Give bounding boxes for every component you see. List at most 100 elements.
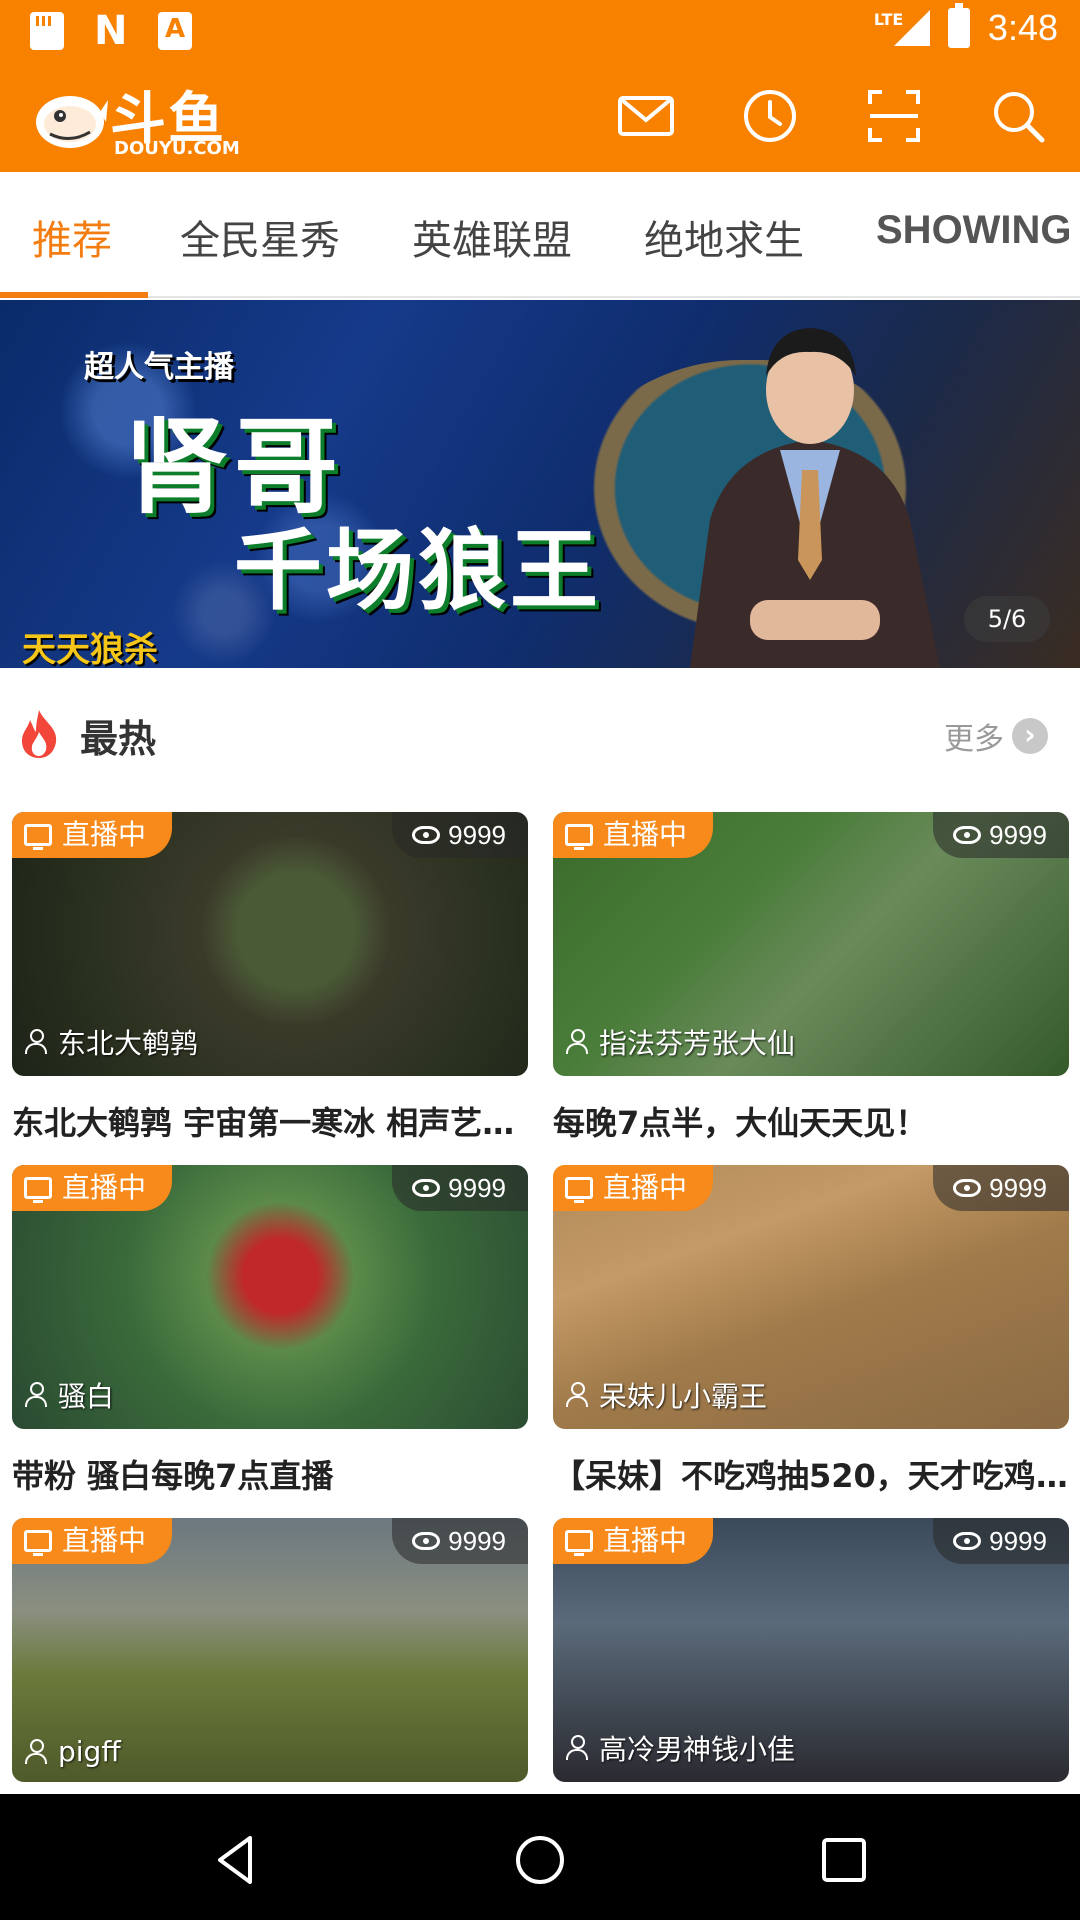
live-badge: 直播中 [12, 1518, 173, 1564]
banner-corner-logo: 天天狼杀 [22, 630, 158, 668]
stream-card[interactable]: 直播中 9999 指法芬芳张大仙 每晚7点半，大仙天天见！ [553, 812, 1069, 1144]
anchor-name: 指法芬芳张大仙 [565, 1022, 795, 1062]
stream-card[interactable]: 直播中 9999 高冷男神钱小佳 [553, 1518, 1069, 1782]
signal-icon: LTE [874, 6, 930, 50]
stream-title[interactable]: 【呆妹】不吃鸡抽520，天才吃鸡少女 [553, 1451, 1069, 1497]
stream-thumbnail[interactable]: 直播中 9999 pigff [12, 1518, 528, 1782]
fish-mascot-icon [36, 96, 108, 148]
status-right: LTE 3:48 [874, 3, 1058, 50]
view-count-value: 9999 [989, 1173, 1047, 1203]
eye-icon [412, 1532, 441, 1550]
scan-icon[interactable] [862, 84, 926, 148]
screen: N LTE 3:48 斗鱼 DOUYU.COM [0, 0, 1080, 1920]
history-clock-icon[interactable] [738, 84, 802, 148]
view-count: 9999 [392, 812, 528, 858]
view-count-value: 9999 [448, 1526, 506, 1556]
anchor-name-text: 东北大鹌鹑 [58, 1027, 199, 1060]
tab-star-show[interactable]: 全民星秀 [180, 208, 340, 266]
user-icon [24, 1738, 48, 1765]
stream-title[interactable]: 带粉 骚白每晚7点直播 [12, 1451, 528, 1497]
more-button[interactable]: 更多 › [944, 714, 1048, 758]
tab-active-indicator [0, 292, 148, 298]
eye-icon [953, 826, 982, 844]
hot-section-header: 最热 更多 › [0, 668, 1080, 798]
search-icon[interactable] [986, 84, 1050, 148]
tab-recommend[interactable]: 推荐 [32, 208, 112, 266]
stream-thumbnail[interactable]: 直播中 9999 指法芬芳张大仙 [553, 812, 1069, 1076]
stream-thumbnail[interactable]: 直播中 9999 东北大鹌鹑 [12, 812, 528, 1076]
tab-lol[interactable]: 英雄联盟 [412, 208, 572, 266]
tv-icon [565, 1530, 593, 1556]
stream-thumbnail[interactable]: 直播中 9999 高冷男神钱小佳 [553, 1518, 1069, 1782]
view-count: 9999 [933, 812, 1069, 858]
anchor-name: 高冷男神钱小佳 [565, 1728, 795, 1768]
system-nav-bar [0, 1794, 1080, 1920]
douyu-logo[interactable]: 斗鱼 DOUYU.COM [30, 74, 240, 164]
view-count-value: 9999 [989, 1526, 1047, 1556]
live-label: 直播中 [62, 1171, 147, 1204]
stream-title[interactable]: 每晚7点半，大仙天天见！ [553, 1098, 1069, 1144]
view-count: 9999 [933, 1518, 1069, 1564]
anchor-name-text: pigff [58, 1735, 121, 1768]
anchor-name-text: 呆妹儿小霸王 [599, 1380, 768, 1413]
live-label: 直播中 [603, 818, 688, 851]
status-bar: N LTE 3:48 [0, 0, 1080, 64]
banner-subtitle: 超人气主播 [84, 350, 234, 385]
tab-showing[interactable]: SHOWING [876, 208, 1072, 253]
banner-host-photo [690, 328, 940, 668]
anchor-name-text: 高冷男神钱小佳 [599, 1733, 796, 1766]
view-count: 9999 [933, 1165, 1069, 1211]
live-label: 直播中 [603, 1524, 688, 1557]
live-badge: 直播中 [553, 1165, 714, 1211]
user-icon [24, 1029, 48, 1055]
banner-headline-2: 千场狼王 [234, 519, 603, 622]
stream-card[interactable]: 直播中 9999 呆妹儿小霸王 【呆妹】不吃鸡抽520，天才吃鸡少女 [553, 1165, 1069, 1497]
live-badge: 直播中 [553, 812, 714, 858]
tab-pubg[interactable]: 绝地求生 [644, 208, 804, 266]
anchor-name-text: 骚白 [58, 1380, 115, 1413]
stream-thumbnail[interactable]: 直播中 9999 骚白 [12, 1165, 528, 1429]
user-icon [565, 1382, 589, 1408]
user-icon [565, 1735, 589, 1761]
battery-icon [947, 3, 970, 48]
recents-icon[interactable] [816, 1832, 872, 1888]
live-badge: 直播中 [12, 1165, 173, 1211]
anchor-name: 东北大鹌鹑 [24, 1022, 198, 1062]
status-left-icons: N [30, 8, 192, 54]
tv-icon [24, 824, 52, 850]
tv-icon [24, 1530, 52, 1556]
chevron-right-icon: › [1012, 718, 1048, 754]
back-icon[interactable] [208, 1832, 264, 1888]
eye-icon [412, 1179, 441, 1197]
n-notification-icon: N [94, 8, 128, 54]
home-icon[interactable] [512, 1832, 568, 1888]
app-bar: 斗鱼 DOUYU.COM [0, 64, 1080, 172]
header-actions [614, 84, 1050, 148]
stream-title[interactable]: 东北大鹌鹑 宇宙第一寒冰 相声艺… [12, 1098, 528, 1144]
clock: 3:48 [987, 7, 1058, 48]
a-notification-icon [158, 12, 192, 50]
tv-icon [565, 824, 593, 850]
stream-card[interactable]: 直播中 9999 骚白 带粉 骚白每晚7点直播 [12, 1165, 528, 1497]
tv-icon [565, 1177, 593, 1203]
section-title: 最热 [80, 717, 157, 761]
stream-card[interactable]: 直播中 9999 东北大鹌鹑 东北大鹌鹑 宇宙第一寒冰 相声艺… [12, 812, 528, 1144]
mail-icon[interactable] [614, 84, 678, 148]
eye-icon [953, 1179, 982, 1197]
anchor-name: 骚白 [24, 1375, 114, 1415]
promo-banner[interactable]: 超人气主播 肾哥 千场狼王 天天狼杀 5/6 [0, 300, 1080, 668]
more-label: 更多 [944, 722, 1004, 757]
live-label: 直播中 [603, 1171, 688, 1204]
stream-card[interactable]: 直播中 9999 pigff [12, 1518, 528, 1782]
category-tabs: 推荐 全民星秀 英雄联盟 绝地求生 SHOWING [0, 172, 1080, 298]
user-icon [565, 1029, 589, 1055]
view-count: 9999 [392, 1165, 528, 1211]
stream-thumbnail[interactable]: 直播中 9999 呆妹儿小霸王 [553, 1165, 1069, 1429]
flame-icon [22, 710, 57, 758]
view-count: 9999 [392, 1518, 528, 1564]
tv-icon [24, 1177, 52, 1203]
banner-pager: 5/6 [964, 596, 1050, 642]
sd-card-icon [30, 12, 64, 50]
live-badge: 直播中 [553, 1518, 714, 1564]
anchor-name-text: 指法芬芳张大仙 [599, 1027, 796, 1060]
